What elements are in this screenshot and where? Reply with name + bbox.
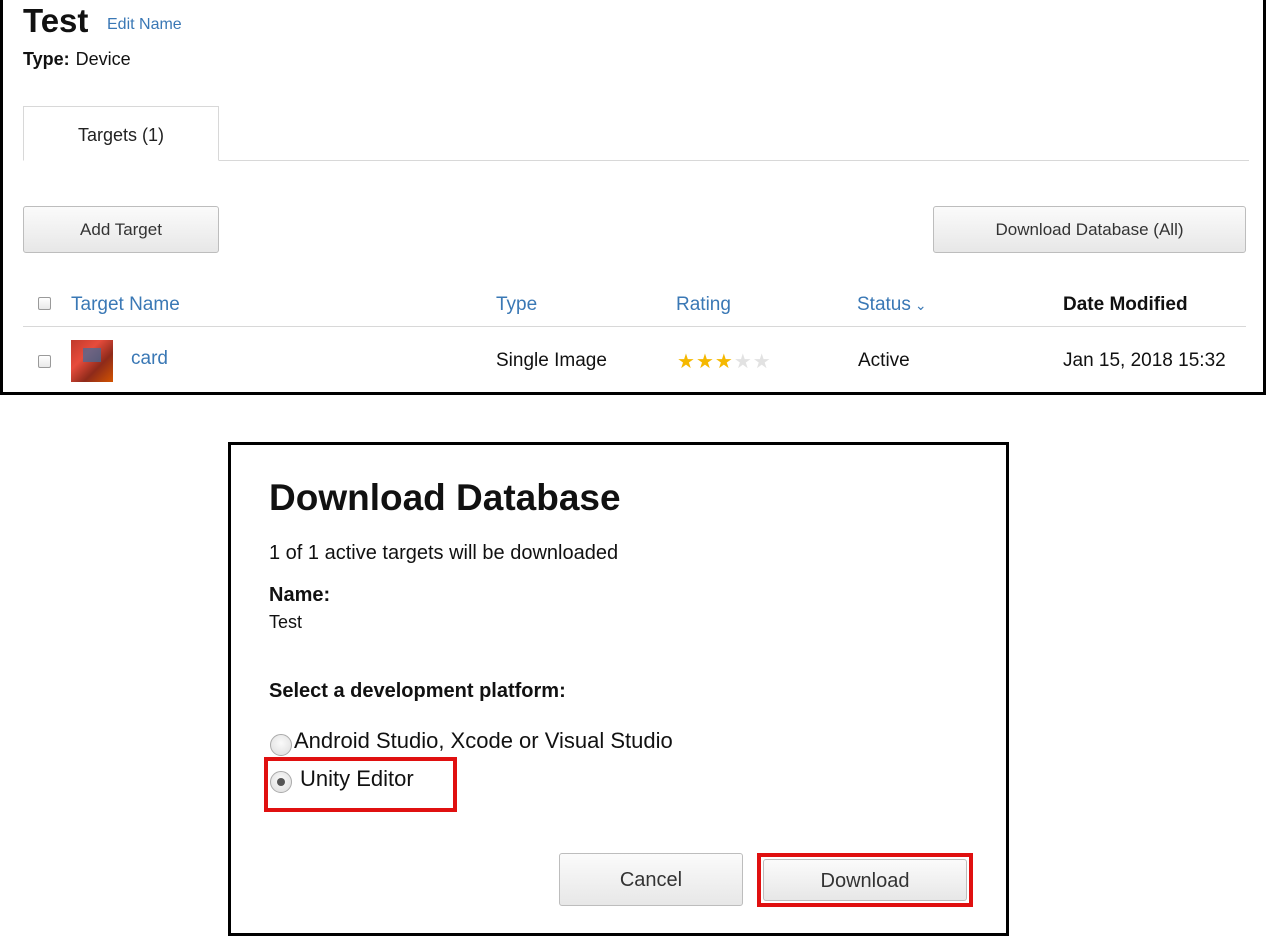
column-type[interactable]: Type	[496, 294, 537, 316]
star-icon: ★	[714, 351, 734, 373]
target-database-panel: Test Edit Name Type: Device Targets (1) A…	[0, 0, 1266, 395]
type-value: Device	[75, 49, 131, 69]
option-android-studio-label[interactable]: Android Studio, Xcode or Visual Studio	[294, 728, 673, 754]
chevron-down-icon: ⌄	[914, 297, 927, 313]
edit-name-link[interactable]: Edit Name	[107, 16, 182, 34]
star-icon: ★	[677, 351, 696, 373]
star-icon: ★	[733, 351, 753, 373]
add-target-button[interactable]: Add Target	[23, 206, 219, 253]
column-date-modified: Date Modified	[1063, 294, 1188, 315]
target-rating: ★★★★★	[677, 349, 772, 374]
target-thumbnail[interactable]	[71, 340, 113, 382]
database-type: Type: Device	[23, 49, 131, 70]
column-status[interactable]: Status ⌄	[857, 294, 927, 316]
star-icon: ★	[752, 351, 772, 373]
target-type: Single Image	[496, 350, 607, 371]
column-status-label: Status	[857, 294, 911, 315]
dialog-title: Download Database	[269, 477, 621, 518]
database-title: Test	[23, 2, 89, 39]
cancel-button[interactable]: Cancel	[559, 853, 743, 906]
unity-editor-highlight	[264, 757, 457, 812]
target-date-modified: Jan 15, 2018 15:32	[1063, 350, 1226, 371]
table-header-divider	[23, 326, 1246, 327]
radio-android-studio[interactable]	[270, 734, 292, 756]
target-name-link[interactable]: card	[131, 348, 168, 370]
download-highlight	[757, 853, 973, 907]
dialog-name-value: Test	[269, 612, 303, 632]
select-all-checkbox[interactable]	[38, 297, 51, 310]
column-rating[interactable]: Rating	[676, 294, 731, 316]
platform-label: Select a development platform:	[269, 680, 566, 702]
dialog-name-label: Name:	[269, 584, 331, 606]
tab-targets[interactable]: Targets (1)	[23, 106, 219, 161]
download-database-all-button[interactable]: Download Database (All)	[933, 206, 1246, 253]
download-database-dialog: Download Database 1 of 1 active targets …	[228, 442, 1009, 936]
column-target-name[interactable]: Target Name	[71, 294, 180, 316]
row-checkbox[interactable]	[38, 355, 51, 368]
type-label: Type:	[23, 49, 70, 69]
target-status: Active	[858, 350, 910, 371]
dialog-target-count: 1 of 1 active targets will be downloaded	[269, 542, 619, 564]
star-icon: ★	[695, 351, 715, 373]
